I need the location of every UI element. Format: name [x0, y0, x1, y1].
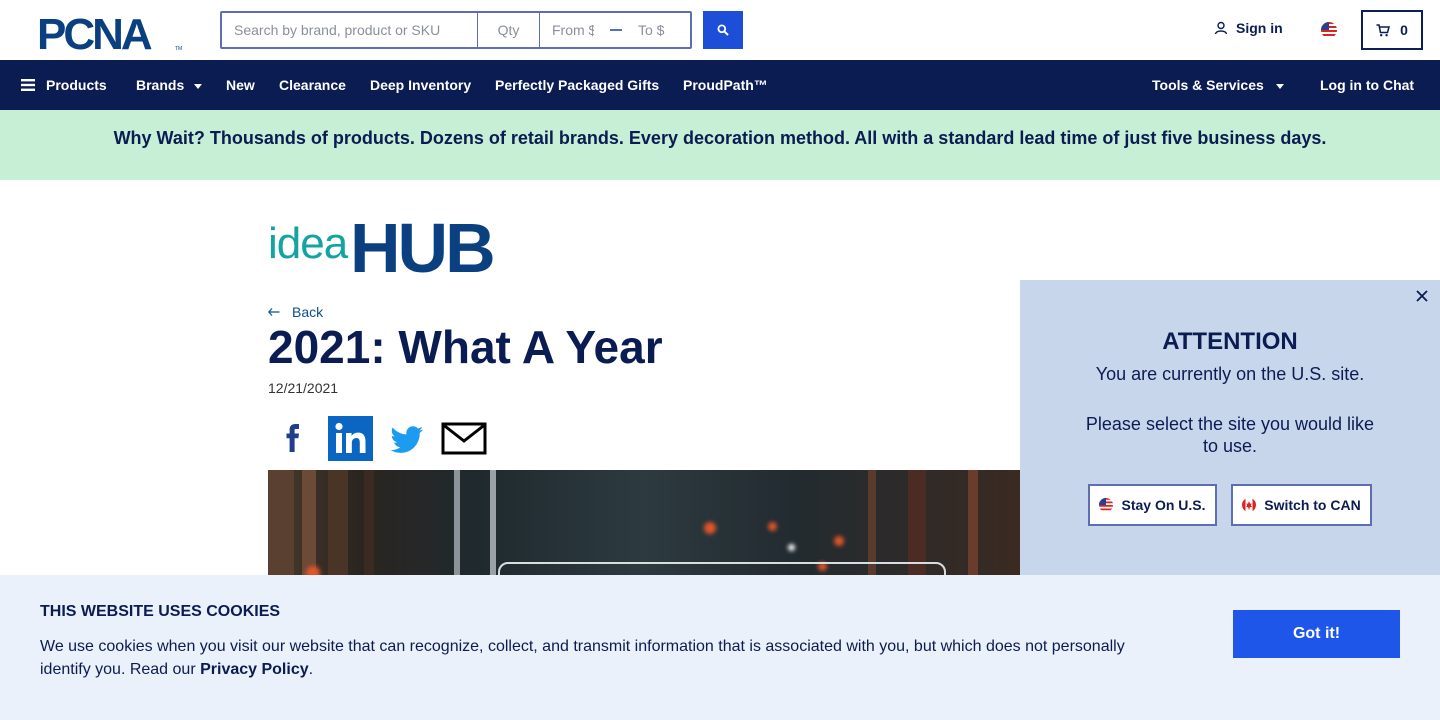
nav-proudpath[interactable]: ProudPath™ [683, 60, 768, 110]
linkedin-icon[interactable] [328, 416, 373, 461]
price-from-input[interactable] [540, 13, 606, 47]
nav-tools-services[interactable]: Tools & Services [1152, 60, 1284, 110]
site-selection-popup: ATTENTION You are currently on the U.S. … [1020, 280, 1440, 580]
twitter-icon[interactable] [389, 416, 425, 460]
hamburger-icon [21, 79, 35, 91]
attention-instruction: Please select the site you would like to… [1085, 414, 1375, 456]
nav-tools-label: Tools & Services [1152, 77, 1264, 93]
nav-products-label: Products [46, 77, 107, 93]
nav-chat[interactable]: Log in to Chat [1320, 60, 1414, 110]
switch-can-button[interactable]: Switch to CAN [1231, 484, 1372, 526]
cookie-text: We use cookies when you visit our websit… [40, 635, 1150, 681]
nav-clearance[interactable]: Clearance [279, 60, 346, 110]
search-bar [220, 11, 692, 49]
search-button[interactable] [703, 11, 743, 49]
search-icon [717, 24, 729, 36]
cart-button[interactable]: 0 [1361, 10, 1423, 50]
chevron-down-icon [1275, 83, 1284, 89]
article-date: 12/21/2021 [268, 380, 339, 396]
cart-count: 0 [1400, 22, 1408, 38]
nav-deep-inventory[interactable]: Deep Inventory [370, 60, 471, 110]
nav-brands[interactable]: Brands [136, 60, 203, 110]
cart-icon [1376, 23, 1391, 36]
cookie-banner: THIS WEBSITE USES COOKIES We use cookies… [0, 575, 1440, 720]
promo-banner: Why Wait? Thousands of products. Dozens … [0, 110, 1440, 180]
nav-gifts[interactable]: Perfectly Packaged Gifts [495, 60, 659, 110]
back-label: Back [292, 304, 324, 320]
attention-title: ATTENTION [1162, 328, 1298, 355]
got-it-button[interactable]: Got it! [1233, 610, 1400, 658]
ideahub-logo-idea: idea [268, 219, 349, 268]
main-nav: Products Brands New Clearance Deep Inven… [0, 60, 1440, 110]
chevron-down-icon [194, 83, 203, 89]
nav-new[interactable]: New [226, 60, 255, 110]
article-title: 2021: What A Year [268, 321, 663, 373]
sign-in-label: Sign in [1236, 20, 1283, 36]
price-to-input[interactable] [626, 13, 690, 47]
switch-can-label: Switch to CAN [1264, 497, 1361, 513]
qty-input[interactable] [478, 13, 540, 47]
pcna-logo-text: PCNA [37, 12, 152, 52]
article-hero-image [268, 470, 1020, 580]
search-input[interactable] [222, 13, 478, 47]
price-range-dash [606, 13, 626, 47]
promo-banner-text: Why Wait? Thousands of products. Dozens … [113, 127, 1327, 148]
ideahub-logo-hub: HUB [350, 212, 493, 276]
close-icon[interactable] [1414, 288, 1430, 304]
email-icon[interactable] [441, 416, 487, 460]
attention-current-site: You are currently on the U.S. site. [1095, 364, 1365, 384]
top-bar: PCNA TM Sign in [0, 0, 1440, 60]
privacy-policy-link[interactable]: Privacy Policy [200, 661, 309, 678]
nav-brands-label: Brands [136, 77, 185, 93]
cookie-title: THIS WEBSITE USES COOKIES [40, 603, 281, 620]
facebook-icon[interactable] [280, 416, 306, 460]
arrow-left-icon [268, 308, 280, 316]
svg-text:TM: TM [175, 46, 182, 52]
sign-in-link[interactable]: Sign in [1214, 20, 1283, 36]
cookie-period: . [308, 661, 314, 678]
us-flag-icon[interactable] [1321, 22, 1337, 38]
pcna-logo[interactable]: PCNA TM [37, 12, 185, 52]
ideahub-logo: idea HUB [268, 212, 496, 276]
stay-us-button[interactable]: Stay On U.S. [1088, 484, 1217, 526]
canada-flag-icon [1242, 498, 1257, 512]
back-link[interactable]: Back [268, 304, 323, 320]
user-icon [1214, 21, 1228, 35]
us-flag-icon [1099, 498, 1114, 512]
nav-products[interactable]: Products [21, 60, 107, 110]
stay-us-label: Stay On U.S. [1121, 497, 1206, 513]
